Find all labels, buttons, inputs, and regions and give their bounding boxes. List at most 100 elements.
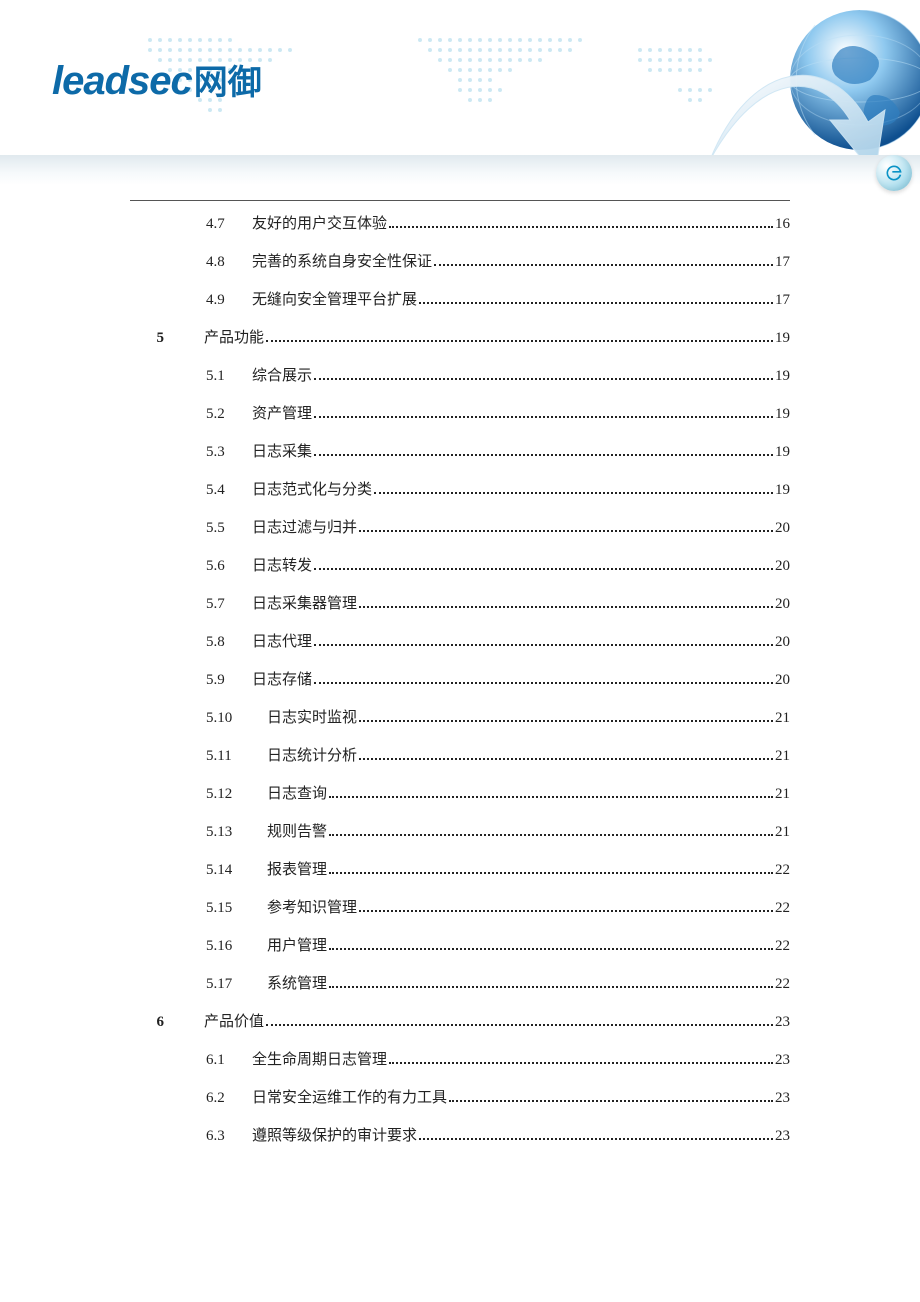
toc-section-title: 产品功能 xyxy=(204,329,264,347)
toc-subsection-title: 日志转发 xyxy=(252,557,312,575)
toc-subsection-row: 6.1全生命周期日志管理23 xyxy=(130,1051,790,1069)
toc-subsection-row: 5.17系统管理22 xyxy=(130,975,790,993)
toc-subsection-number: 5.16 xyxy=(164,937,252,955)
toc-page-number: 23 xyxy=(775,1089,790,1107)
toc-subsection-number: 6.1 xyxy=(164,1051,252,1069)
toc-subsection-row: 5.11日志统计分析 21 xyxy=(130,747,790,765)
toc-subsection-number: 5.9 xyxy=(164,671,252,689)
toc-page-number: 21 xyxy=(775,709,790,727)
toc-subsection-title: 日志存储 xyxy=(252,671,312,689)
toc-subsection-title: 日志范式化与分类 xyxy=(252,481,372,499)
toc-subsection-title: 日志过滤与归并 xyxy=(252,519,357,537)
toc-subsection-row: 4.7友好的用户交互体验16 xyxy=(130,215,790,233)
toc-subsection-number: 5.10 xyxy=(164,709,252,727)
toc-leader-dots xyxy=(449,1100,773,1102)
toc-page-number: 20 xyxy=(775,557,790,575)
toc-subsection-number: 5.15 xyxy=(164,899,252,917)
page-header: leadsec 网御 xyxy=(0,0,920,200)
toc-subsection-title: 完善的系统自身安全性保证 xyxy=(252,253,432,271)
toc-subsection-number: 5.17 xyxy=(164,975,252,993)
toc-leader-dots xyxy=(329,872,773,874)
toc-page-number: 19 xyxy=(775,481,790,499)
toc-subsection-number: 5.8 xyxy=(164,633,252,651)
toc-leader-dots xyxy=(419,1138,773,1140)
toc-page-number: 21 xyxy=(775,785,790,803)
toc-subsection-title: 遵照等级保护的审计要求 xyxy=(252,1127,417,1145)
toc-subsection-row: 5.10日志实时监视 21 xyxy=(130,709,790,727)
toc-page-number: 19 xyxy=(775,329,790,347)
toc-subsection-row: 6.3遵照等级保护的审计要求 23 xyxy=(130,1127,790,1145)
toc-leader-dots xyxy=(314,416,773,418)
toc-subsection-title: 友好的用户交互体验 xyxy=(252,215,387,233)
toc-subsection-row: 5.15参考知识管理22 xyxy=(130,899,790,917)
toc-leader-dots xyxy=(359,758,773,760)
toc-subsection-number: 5.11 xyxy=(164,747,252,765)
toc-subsection-title: 日志代理 xyxy=(252,633,312,651)
header-divider xyxy=(130,200,790,201)
toc-subsection-title: 日志采集 xyxy=(252,443,312,461)
toc-leader-dots xyxy=(329,834,773,836)
toc-subsection-row: 5.14报表管理 22 xyxy=(130,861,790,879)
toc-subsection-row: 5.1综合展示19 xyxy=(130,367,790,385)
toc-subsection-title: 报表管理 xyxy=(252,861,327,879)
toc-leader-dots xyxy=(389,226,773,228)
toc-page-number: 22 xyxy=(775,975,790,993)
toc-leader-dots xyxy=(359,910,773,912)
toc-page-number: 20 xyxy=(775,633,790,651)
toc-section-row: 6 产品价值 23 xyxy=(130,1013,790,1031)
toc-subsection-title: 参考知识管理 xyxy=(252,899,357,917)
toc-leader-dots xyxy=(374,492,773,494)
table-of-contents: 4.7友好的用户交互体验164.8完善的系统自身安全性保证174.9无缝向安全管… xyxy=(130,215,790,1165)
toc-page-number: 17 xyxy=(775,253,790,271)
toc-subsection-row: 5.9日志存储 20 xyxy=(130,671,790,689)
toc-subsection-title: 日志采集器管理 xyxy=(252,595,357,613)
toc-page-number: 21 xyxy=(775,747,790,765)
toc-subsection-title: 日志查询 xyxy=(252,785,327,803)
toc-page-number: 20 xyxy=(775,519,790,537)
toc-page-number: 23 xyxy=(775,1013,790,1031)
toc-subsection-row: 5.6日志转发20 xyxy=(130,557,790,575)
toc-section-title: 产品价值 xyxy=(204,1013,264,1031)
toc-subsection-number: 5.12 xyxy=(164,785,252,803)
toc-page-number: 20 xyxy=(775,671,790,689)
toc-subsection-title: 用户管理 xyxy=(252,937,327,955)
toc-subsection-row: 5.5日志过滤与归并 20 xyxy=(130,519,790,537)
toc-subsection-row: 5.2资产管理19 xyxy=(130,405,790,423)
toc-page-number: 17 xyxy=(775,291,790,309)
toc-subsection-title: 日常安全运维工作的有力工具 xyxy=(252,1089,447,1107)
toc-subsection-title: 日志实时监视 xyxy=(252,709,357,727)
toc-page-number: 23 xyxy=(775,1127,790,1145)
toc-subsection-title: 日志统计分析 xyxy=(252,747,357,765)
toc-page-number: 21 xyxy=(775,823,790,841)
toc-subsection-row: 5.12日志查询 21 xyxy=(130,785,790,803)
toc-subsection-number: 5.14 xyxy=(164,861,252,879)
toc-subsection-number: 5.5 xyxy=(164,519,252,537)
toc-subsection-row: 5.7日志采集器管理20 xyxy=(130,595,790,613)
toc-leader-dots xyxy=(389,1062,773,1064)
toc-subsection-number: 6.2 xyxy=(164,1089,252,1107)
toc-subsection-number: 5.4 xyxy=(164,481,252,499)
brand-logo-en: leadsec xyxy=(52,59,192,104)
toc-leader-dots xyxy=(419,302,773,304)
toc-subsection-number: 5.13 xyxy=(164,823,252,841)
toc-leader-dots xyxy=(359,606,773,608)
toc-leader-dots xyxy=(314,568,773,570)
toc-leader-dots xyxy=(329,796,773,798)
e-badge-icon xyxy=(876,155,912,191)
toc-leader-dots xyxy=(359,720,773,722)
toc-subsection-row: 6.2日常安全运维工作的有力工具 23 xyxy=(130,1089,790,1107)
toc-subsection-title: 无缝向安全管理平台扩展 xyxy=(252,291,417,309)
toc-subsection-number: 4.9 xyxy=(164,291,252,309)
toc-subsection-number: 5.2 xyxy=(164,405,252,423)
toc-section-number: 6 xyxy=(130,1013,164,1031)
toc-page-number: 16 xyxy=(775,215,790,233)
brand-logo-cn: 网御 xyxy=(194,55,262,104)
toc-leader-dots xyxy=(314,454,773,456)
toc-subsection-number: 6.3 xyxy=(164,1127,252,1145)
toc-section-number: 5 xyxy=(130,329,164,347)
toc-subsection-row: 4.8完善的系统自身安全性保证17 xyxy=(130,253,790,271)
toc-leader-dots xyxy=(359,530,773,532)
toc-page-number: 22 xyxy=(775,861,790,879)
toc-subsection-row: 5.4日志范式化与分类 19 xyxy=(130,481,790,499)
toc-subsection-title: 全生命周期日志管理 xyxy=(252,1051,387,1069)
